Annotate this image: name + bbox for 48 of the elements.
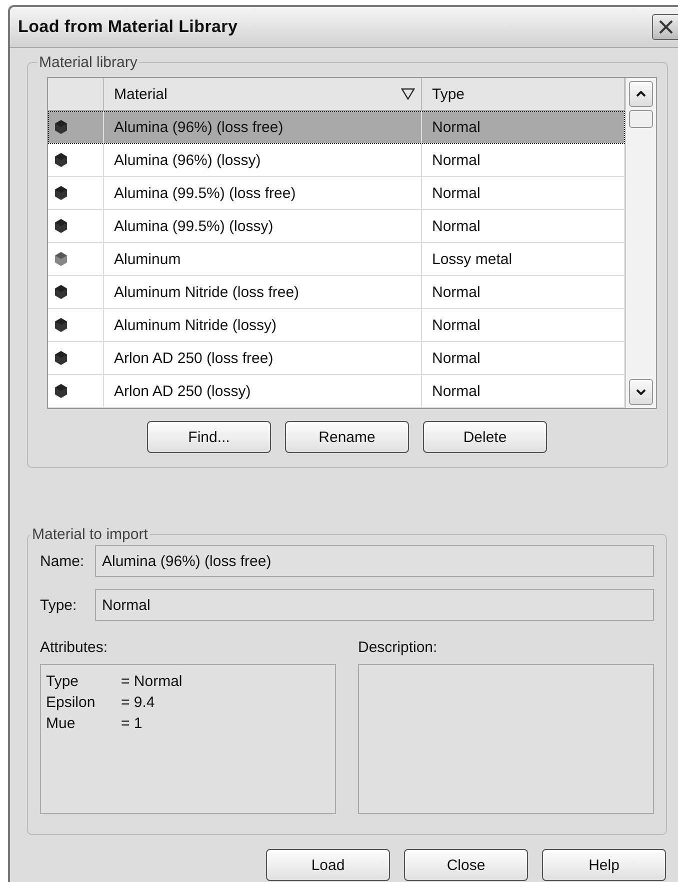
attribute-value: = 9.4 — [121, 693, 156, 713]
close-button[interactable] — [652, 14, 678, 40]
table-row[interactable]: Arlon AD 250 (loss free) Normal — [48, 342, 625, 375]
dialog-button[interactable]: Load — [266, 849, 390, 881]
scroll-up-button[interactable] — [629, 81, 653, 107]
attribute-value: = Normal — [121, 672, 184, 692]
table-cell: Aluminum Nitride (lossy) — [104, 309, 422, 341]
attribute-value: = 1 — [121, 714, 144, 734]
field-label: Attributes: — [40, 639, 109, 656]
type-field[interactable]: Normal — [95, 589, 654, 621]
table-cell: Arlon AD 250 (loss free) — [104, 342, 422, 374]
dialog-button[interactable]: Close — [404, 849, 528, 881]
table-row[interactable]: Alumina (99.5%) (lossy) Normal — [48, 210, 625, 243]
field-label: Type: — [40, 596, 78, 614]
field-label: Name: — [40, 552, 86, 570]
attribute-name: Epsilon — [46, 693, 96, 713]
scrollbar[interactable] — [625, 78, 656, 408]
action-button[interactable]: Delete — [423, 421, 547, 453]
attribute-name: Mue — [46, 714, 76, 734]
group-legend: Material library — [37, 54, 140, 71]
window-title: Load from Material Library — [18, 17, 238, 37]
table-cell: Alumina (96%) (lossy) — [104, 144, 422, 176]
action-button[interactable]: Find... — [147, 421, 271, 453]
table-row[interactable]: Alumina (96%) (loss free) Normal — [48, 111, 625, 144]
attributes-box[interactable]: Type = Normal Epsilon = 9.4 Mue = 1 — [40, 664, 336, 814]
table-cell: Aluminum — [104, 243, 422, 275]
scroll-thumb[interactable] — [629, 110, 653, 128]
table-row[interactable]: Aluminum Nitride (loss free) Normal — [48, 276, 625, 309]
table-row[interactable]: Alumina (96%) (lossy) Normal — [48, 144, 625, 177]
table-row[interactable]: Alumina (99.5%) (loss free) Normal — [48, 177, 625, 210]
group-legend: Material to import — [30, 526, 150, 543]
table-cell: Alumina (99.5%) (loss free) — [104, 177, 422, 209]
table-row[interactable]: Aluminum Lossy metal — [48, 243, 625, 276]
table-cell: Arlon AD 250 (lossy) — [104, 375, 422, 407]
scroll-down-button[interactable] — [629, 379, 653, 405]
dialog-button[interactable]: Help — [542, 849, 666, 881]
sort-icon — [401, 88, 415, 100]
name-field[interactable]: Alumina (96%) (loss free) — [95, 545, 654, 577]
column-header[interactable]: Material — [104, 78, 422, 110]
close-icon — [658, 19, 674, 35]
table-cell: Aluminum Nitride (loss free) — [104, 276, 422, 308]
table-cell: Alumina (99.5%) (lossy) — [104, 210, 422, 242]
field-label: Description: — [358, 639, 438, 656]
table-row[interactable]: Aluminum Nitride (lossy) Normal — [48, 309, 625, 342]
table-row[interactable]: Arlon AD 250 (lossy) Normal — [48, 375, 625, 408]
table-cell: Alumina (96%) (loss free) — [104, 111, 422, 143]
action-button[interactable]: Rename — [285, 421, 409, 453]
attribute-name: Type — [46, 672, 80, 692]
